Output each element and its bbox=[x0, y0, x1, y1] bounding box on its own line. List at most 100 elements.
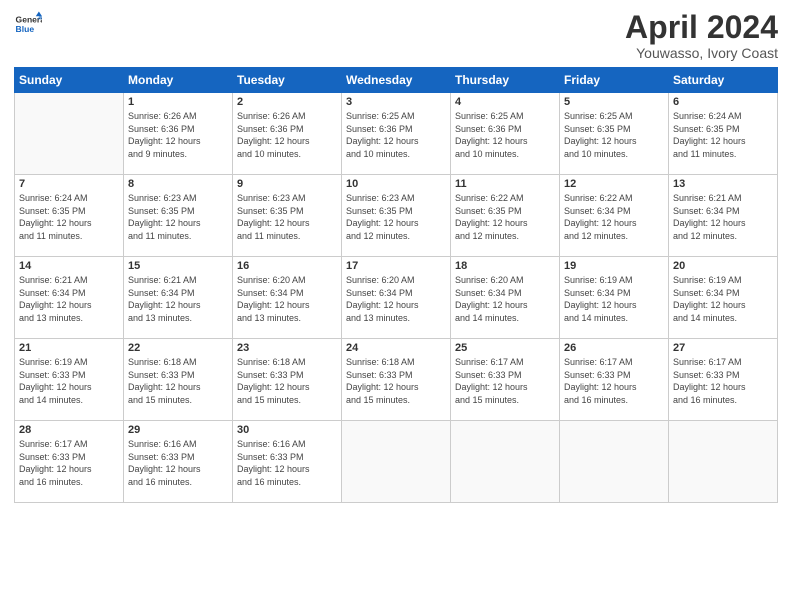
day-number: 29 bbox=[128, 424, 228, 436]
day-info: Sunrise: 6:24 AM Sunset: 6:35 PM Dayligh… bbox=[673, 110, 773, 160]
calendar-cell: 24Sunrise: 6:18 AM Sunset: 6:33 PM Dayli… bbox=[342, 339, 451, 421]
generalblue-logo-icon: General Blue bbox=[14, 10, 42, 38]
header-day: Monday bbox=[124, 68, 233, 93]
calendar-cell bbox=[15, 93, 124, 175]
day-number: 5 bbox=[564, 96, 664, 108]
calendar-cell: 30 Sunrise: 6:16 AM Sunset: 6:33 PM Dayli… bbox=[233, 421, 342, 503]
day-info: Sunrise: 6:20 AM Sunset: 6:34 PM Dayligh… bbox=[346, 274, 446, 324]
day-info: Sunrise: 6:23 AM Sunset: 6:35 PM Dayligh… bbox=[346, 192, 446, 242]
day-info: Sunrise: 6:21 AM Sunset: 6:34 PM Dayligh… bbox=[128, 274, 228, 324]
calendar-cell: 8Sunrise: 6:23 AM Sunset: 6:35 PM Daylig… bbox=[124, 175, 233, 257]
calendar-cell: 11 Sunrise: 6:22 AM Sunset: 6:35 PM Dayli… bbox=[451, 175, 560, 257]
calendar-cell: 19Sunrise: 6:19 AM Sunset: 6:34 PM Dayli… bbox=[560, 257, 669, 339]
subtitle: Youwasso, Ivory Coast bbox=[625, 45, 778, 61]
day-info: Sunrise: 6:23 AM Sunset: 6:35 PM Dayligh… bbox=[237, 192, 337, 242]
day-number: 22 bbox=[128, 342, 228, 354]
main-title: April 2024 bbox=[625, 10, 778, 45]
calendar-cell: 17 Sunrise: 6:20 AM Sunset: 6:34 PM Dayli… bbox=[342, 257, 451, 339]
calendar-cell: 25Sunrise: 6:17 AM Sunset: 6:33 PM Dayli… bbox=[451, 339, 560, 421]
day-info: Sunrise: 6:22 AM Sunset: 6:35 PM Dayligh… bbox=[455, 192, 555, 242]
calendar-cell: 4 Sunrise: 6:25 AM Sunset: 6:36 PM Daylig… bbox=[451, 93, 560, 175]
day-info: Sunrise: 6:17 AM Sunset: 6:33 PM Dayligh… bbox=[19, 438, 119, 488]
day-number: 30 bbox=[237, 424, 337, 436]
header-day: Sunday bbox=[15, 68, 124, 93]
day-info: Sunrise: 6:17 AM Sunset: 6:33 PM Dayligh… bbox=[673, 356, 773, 406]
day-number: 24 bbox=[346, 342, 446, 354]
header-day: Friday bbox=[560, 68, 669, 93]
calendar-cell: 2 Sunrise: 6:26 AM Sunset: 6:36 PM Daylig… bbox=[233, 93, 342, 175]
day-number: 1 bbox=[128, 96, 228, 108]
day-info: Sunrise: 6:21 AM Sunset: 6:34 PM Dayligh… bbox=[19, 274, 119, 324]
day-number: 16 bbox=[237, 260, 337, 272]
day-number: 26 bbox=[564, 342, 664, 354]
day-info: Sunrise: 6:16 AM Sunset: 6:33 PM Dayligh… bbox=[128, 438, 228, 488]
header-day: Wednesday bbox=[342, 68, 451, 93]
calendar-cell bbox=[669, 421, 778, 503]
day-info: Sunrise: 6:17 AM Sunset: 6:33 PM Dayligh… bbox=[564, 356, 664, 406]
calendar-cell: 7 Sunrise: 6:24 AM Sunset: 6:35 PM Daylig… bbox=[15, 175, 124, 257]
day-number: 9 bbox=[237, 178, 337, 190]
day-info: Sunrise: 6:19 AM Sunset: 6:34 PM Dayligh… bbox=[564, 274, 664, 324]
header-day: Tuesday bbox=[233, 68, 342, 93]
day-number: 27 bbox=[673, 342, 773, 354]
calendar-cell: 15 Sunrise: 6:21 AM Sunset: 6:34 PM Dayli… bbox=[124, 257, 233, 339]
calendar-cell bbox=[451, 421, 560, 503]
day-number: 13 bbox=[673, 178, 773, 190]
calendar-cell: 18Sunrise: 6:20 AM Sunset: 6:34 PM Dayli… bbox=[451, 257, 560, 339]
calendar-cell: 5 Sunrise: 6:25 AM Sunset: 6:35 PM Daylig… bbox=[560, 93, 669, 175]
header-row: SundayMondayTuesdayWednesdayThursdayFrid… bbox=[15, 68, 778, 93]
day-info: Sunrise: 6:26 AM Sunset: 6:36 PM Dayligh… bbox=[128, 110, 228, 160]
svg-text:Blue: Blue bbox=[16, 24, 35, 34]
day-info: Sunrise: 6:24 AM Sunset: 6:35 PM Dayligh… bbox=[19, 192, 119, 242]
day-info: Sunrise: 6:26 AM Sunset: 6:36 PM Dayligh… bbox=[237, 110, 337, 160]
calendar-cell: 21Sunrise: 6:19 AM Sunset: 6:33 PM Dayli… bbox=[15, 339, 124, 421]
day-info: Sunrise: 6:18 AM Sunset: 6:33 PM Dayligh… bbox=[237, 356, 337, 406]
calendar-cell: 1 Sunrise: 6:26 AM Sunset: 6:36 PM Daylig… bbox=[124, 93, 233, 175]
header: General Blue April 2024 Youwasso, Ivory … bbox=[14, 10, 778, 61]
calendar-cell: 13 Sunrise: 6:21 AM Sunset: 6:34 PM Dayli… bbox=[669, 175, 778, 257]
calendar-cell bbox=[560, 421, 669, 503]
calendar-cell: 23 Sunrise: 6:18 AM Sunset: 6:33 PM Dayli… bbox=[233, 339, 342, 421]
day-number: 7 bbox=[19, 178, 119, 190]
day-number: 12 bbox=[564, 178, 664, 190]
day-info: Sunrise: 6:20 AM Sunset: 6:34 PM Dayligh… bbox=[237, 274, 337, 324]
calendar-cell: 26 Sunrise: 6:17 AM Sunset: 6:33 PM Dayli… bbox=[560, 339, 669, 421]
day-info: Sunrise: 6:25 AM Sunset: 6:36 PM Dayligh… bbox=[346, 110, 446, 160]
day-number: 23 bbox=[237, 342, 337, 354]
calendar-cell: 22 Sunrise: 6:18 AM Sunset: 6:33 PM Dayli… bbox=[124, 339, 233, 421]
day-number: 4 bbox=[455, 96, 555, 108]
day-info: Sunrise: 6:19 AM Sunset: 6:33 PM Dayligh… bbox=[19, 356, 119, 406]
calendar-week-row: 28 Sunrise: 6:17 AM Sunset: 6:33 PM Dayli… bbox=[15, 421, 778, 503]
calendar-week-row: 1 Sunrise: 6:26 AM Sunset: 6:36 PM Daylig… bbox=[15, 93, 778, 175]
calendar-cell: 10 Sunrise: 6:23 AM Sunset: 6:35 PM Dayli… bbox=[342, 175, 451, 257]
day-number: 28 bbox=[19, 424, 119, 436]
calendar-table: SundayMondayTuesdayWednesdayThursdayFrid… bbox=[14, 67, 778, 503]
day-info: Sunrise: 6:18 AM Sunset: 6:33 PM Dayligh… bbox=[128, 356, 228, 406]
page: General Blue April 2024 Youwasso, Ivory … bbox=[0, 0, 792, 612]
calendar-cell: 6Sunrise: 6:24 AM Sunset: 6:35 PM Daylig… bbox=[669, 93, 778, 175]
calendar-cell: 29 Sunrise: 6:16 AM Sunset: 6:33 PM Dayli… bbox=[124, 421, 233, 503]
calendar-cell: 16 Sunrise: 6:20 AM Sunset: 6:34 PM Dayli… bbox=[233, 257, 342, 339]
calendar-week-row: 7 Sunrise: 6:24 AM Sunset: 6:35 PM Daylig… bbox=[15, 175, 778, 257]
day-number: 10 bbox=[346, 178, 446, 190]
day-number: 25 bbox=[455, 342, 555, 354]
calendar-cell: 20Sunrise: 6:19 AM Sunset: 6:34 PM Dayli… bbox=[669, 257, 778, 339]
day-number: 8 bbox=[128, 178, 228, 190]
day-number: 11 bbox=[455, 178, 555, 190]
day-info: Sunrise: 6:25 AM Sunset: 6:35 PM Dayligh… bbox=[564, 110, 664, 160]
day-number: 2 bbox=[237, 96, 337, 108]
calendar-cell: 27 Sunrise: 6:17 AM Sunset: 6:33 PM Dayli… bbox=[669, 339, 778, 421]
day-info: Sunrise: 6:21 AM Sunset: 6:34 PM Dayligh… bbox=[673, 192, 773, 242]
day-info: Sunrise: 6:19 AM Sunset: 6:34 PM Dayligh… bbox=[673, 274, 773, 324]
calendar-week-row: 21Sunrise: 6:19 AM Sunset: 6:33 PM Dayli… bbox=[15, 339, 778, 421]
day-number: 14 bbox=[19, 260, 119, 272]
calendar-cell: 28 Sunrise: 6:17 AM Sunset: 6:33 PM Dayli… bbox=[15, 421, 124, 503]
title-block: April 2024 Youwasso, Ivory Coast bbox=[625, 10, 778, 61]
day-number: 17 bbox=[346, 260, 446, 272]
day-info: Sunrise: 6:20 AM Sunset: 6:34 PM Dayligh… bbox=[455, 274, 555, 324]
day-number: 3 bbox=[346, 96, 446, 108]
day-number: 15 bbox=[128, 260, 228, 272]
logo: General Blue bbox=[14, 10, 42, 38]
day-info: Sunrise: 6:16 AM Sunset: 6:33 PM Dayligh… bbox=[237, 438, 337, 488]
day-info: Sunrise: 6:25 AM Sunset: 6:36 PM Dayligh… bbox=[455, 110, 555, 160]
